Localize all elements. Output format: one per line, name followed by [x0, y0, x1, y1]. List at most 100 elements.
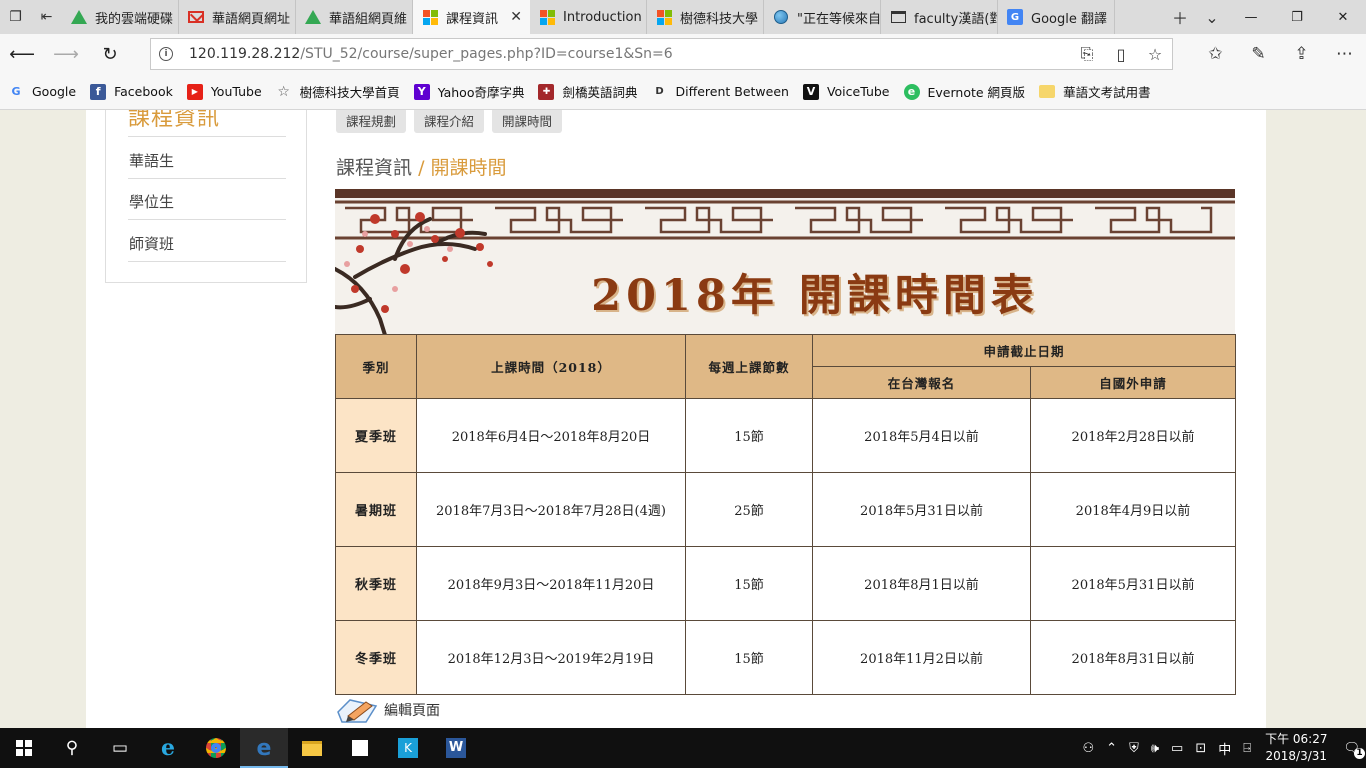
tab-bar-right: ＋ ⌄ — ❐ ✕: [1164, 0, 1366, 34]
edit-page-link[interactable]: 編輯頁面: [336, 694, 440, 726]
youtube-icon: ▶: [186, 83, 203, 100]
tab-label: 華語組網頁維: [329, 11, 408, 27]
schedule-table: 季別 上課時間（2018） 每週上課節數 申請截止日期 在台灣報名 自國外申請 …: [335, 334, 1236, 695]
set-aside-tabs-icon[interactable]: ⇤: [31, 0, 62, 34]
clock[interactable]: 下午 06:27 2018/3/31: [1265, 731, 1327, 765]
favorite-voicetube[interactable]: V VoiceTube: [802, 83, 890, 100]
different-between-icon: D: [655, 86, 664, 97]
sticky-notes-icon[interactable]: [336, 728, 384, 768]
translate-page-icon[interactable]: ⎘: [1070, 44, 1104, 64]
cell-period: 2018年9月3日～2018年11月20日: [416, 546, 686, 621]
sidebar-item-teacher-training[interactable]: 師資班: [129, 233, 174, 254]
tab-label: Google 翻譯: [1031, 11, 1107, 27]
tab-label: Introduction: [563, 9, 642, 25]
minimize-button[interactable]: —: [1228, 0, 1274, 34]
new-tab-icon[interactable]: ＋: [1164, 5, 1196, 29]
restore-button[interactable]: ❐: [1274, 0, 1320, 34]
ime-language-indicator[interactable]: 中: [1218, 739, 1231, 758]
back-button[interactable]: ⟵: [0, 34, 44, 74]
tab-waiting[interactable]: "正在等候來自: [764, 0, 881, 34]
tab-introduction[interactable]: Introduction: [530, 0, 647, 34]
table-row: 夏季班 2018年6月4日～2018年8月20日 15節 2018年5月4日以前…: [335, 398, 1236, 473]
word-icon[interactable]: W: [432, 728, 480, 768]
header-weekly-sessions: 每週上課節數: [685, 334, 813, 399]
battery-icon[interactable]: ▭: [1171, 741, 1183, 756]
site-favicon-icon: [656, 9, 672, 25]
favorites-hub-icon[interactable]: ✩: [1194, 34, 1237, 74]
subtab-course-planning[interactable]: 課程規劃: [336, 110, 407, 133]
tab-faculty[interactable]: faculty漢語(對: [881, 0, 998, 34]
volume-icon[interactable]: 🕪: [1151, 741, 1159, 756]
subtab-course-intro[interactable]: 課程介紹: [414, 110, 485, 133]
globe-icon: [773, 9, 789, 25]
favorite-yahoo-dictionary[interactable]: Y Yahoo奇摩字典: [413, 82, 524, 101]
header-season: 季別: [335, 334, 417, 399]
kakao-app-icon[interactable]: K: [384, 728, 432, 768]
favorite-different-between[interactable]: D Different Between: [652, 84, 789, 100]
task-view-icon[interactable]: ▭: [96, 728, 144, 768]
tab-label: 課程資訊: [446, 11, 499, 27]
close-window-button[interactable]: ✕: [1320, 0, 1366, 34]
favorite-star-icon[interactable]: ☆: [1138, 44, 1172, 64]
tab-course-info[interactable]: 課程資訊 ✕: [413, 0, 530, 34]
address-bar-actions: ⎘ ▯ ☆: [1070, 44, 1172, 64]
cell-abroad-deadline: 2018年2月28日以前: [1030, 398, 1236, 473]
file-explorer-icon[interactable]: [288, 728, 336, 768]
favorite-label: 樹德科技大學首頁: [299, 85, 400, 100]
network-icon[interactable]: ⊡: [1195, 741, 1206, 756]
cell-period: 2018年6月4日～2018年8月20日: [416, 398, 686, 473]
url-text[interactable]: 120.119.28.212/STU_52/course/super_pages…: [189, 46, 673, 62]
favorite-cambridge[interactable]: ✚ 劍橋英語詞典: [538, 82, 638, 101]
tab-manager-icon[interactable]: ❐: [0, 0, 31, 34]
refresh-button[interactable]: ↻: [88, 34, 132, 74]
page-viewport: 課程資訊 華語生 學位生 師資班 課程規劃 課程介紹 開課時間 課程資訊 / 開…: [0, 110, 1366, 728]
people-icon[interactable]: ⚇: [1083, 741, 1095, 756]
url-host: 120.119.28.212: [189, 46, 301, 62]
tab-preview-chevron-icon[interactable]: ⌄: [1196, 8, 1228, 27]
cell-weekly: 15節: [685, 546, 813, 621]
subtab-course-schedule[interactable]: 開課時間: [492, 110, 563, 133]
reading-view-icon[interactable]: ▯: [1104, 44, 1138, 64]
favorite-youtube[interactable]: ▶ YouTube: [186, 83, 262, 100]
favorite-stu-home[interactable]: ☆ 樹德科技大學首頁: [276, 82, 400, 101]
favorite-label: Google: [32, 84, 77, 99]
tab-stu[interactable]: 樹德科技大學: [647, 0, 764, 34]
favorite-evernote[interactable]: e Evernote 網頁版: [903, 82, 1025, 101]
tab-google-translate[interactable]: G Google 翻譯: [998, 0, 1115, 34]
favorite-google[interactable]: G Google: [8, 84, 76, 100]
sidebar-item-chinese-students[interactable]: 華語生: [129, 150, 174, 171]
search-icon[interactable]: ⚲: [48, 728, 96, 768]
forward-button[interactable]: ⟶: [44, 34, 88, 74]
sidebar-item-degree-students[interactable]: 學位生: [129, 191, 174, 212]
breadcrumb-parent[interactable]: 課程資訊: [336, 157, 412, 179]
address-bar[interactable]: i 120.119.28.212/STU_52/course/super_pag…: [150, 38, 1173, 70]
favorite-folder-textbooks[interactable]: 華語文考試用書: [1039, 82, 1151, 101]
tab-google-drive[interactable]: 我的雲端硬碟: [62, 0, 179, 34]
sidebar-divider: [128, 219, 286, 220]
browser-actions: ✩ ✎ ⇪ ⋯: [1194, 34, 1366, 74]
edge-icon[interactable]: e: [240, 728, 288, 768]
security-shield-icon[interactable]: ⛨: [1129, 741, 1139, 756]
cell-season: 暑期班: [335, 472, 417, 547]
favorite-label: YouTube: [210, 84, 262, 99]
action-center-icon[interactable]: 🗨 1: [1343, 741, 1365, 759]
tray-chevron-up-icon[interactable]: ⌃: [1106, 741, 1117, 756]
tab-google-drive-2[interactable]: 華語組網頁維: [296, 0, 413, 34]
chrome-icon[interactable]: [192, 728, 240, 768]
more-menu-icon[interactable]: ⋯: [1323, 34, 1366, 74]
sidebar-title: 課程資訊: [128, 110, 221, 131]
start-windows-icon[interactable]: [0, 728, 48, 768]
close-tab-icon[interactable]: ✕: [510, 9, 522, 25]
share-icon[interactable]: ⇪: [1280, 34, 1323, 74]
tab-gmail[interactable]: 華語網頁網址: [179, 0, 296, 34]
favorite-label: 劍橋英語詞典: [562, 85, 638, 100]
tab-label: faculty漢語(對: [914, 11, 997, 27]
ime-mode-icon[interactable]: ⍈: [1243, 741, 1251, 756]
folder-icon: [1039, 85, 1056, 98]
web-note-icon[interactable]: ✎: [1237, 34, 1280, 74]
sidebar-divider: [128, 136, 286, 137]
site-info-icon[interactable]: i: [151, 47, 181, 61]
internet-explorer-icon[interactable]: e: [144, 728, 192, 768]
favorite-facebook[interactable]: f Facebook: [90, 83, 173, 100]
tab-label: 我的雲端硬碟: [95, 11, 174, 27]
